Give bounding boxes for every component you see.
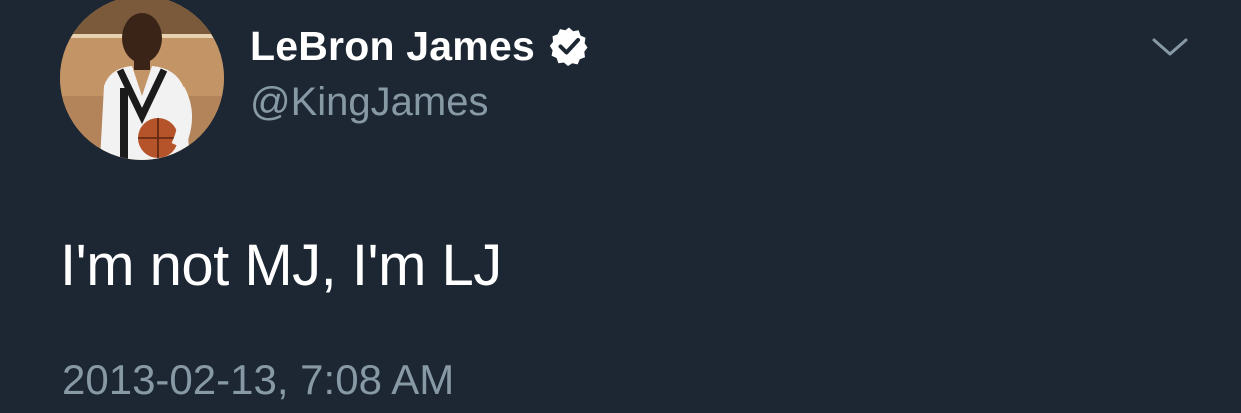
avatar[interactable] [60, 0, 224, 160]
verified-badge-icon [549, 26, 589, 66]
user-handle[interactable]: @KingJames [250, 80, 488, 125]
chevron-down-icon[interactable] [1150, 34, 1190, 60]
tweet-timestamp[interactable]: 2013-02-13, 7:08 AM [62, 356, 454, 404]
avatar-image [60, 0, 224, 160]
author-row: LeBron James [250, 20, 589, 72]
tweet-card: LeBron James @KingJames I'm not MJ, I'm … [0, 0, 1241, 413]
display-name[interactable]: LeBron James [250, 23, 535, 70]
tweet-text: I'm not MJ, I'm LJ [60, 233, 502, 298]
